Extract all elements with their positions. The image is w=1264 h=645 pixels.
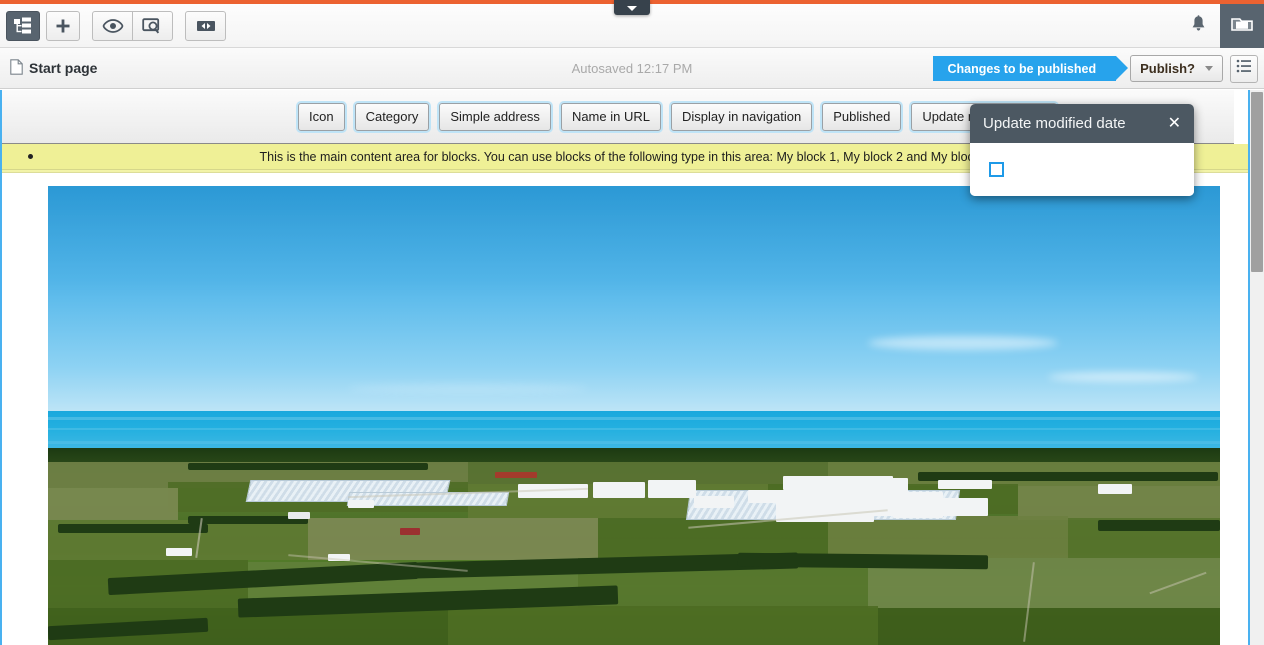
document-icon bbox=[10, 58, 23, 78]
assets-panel-button[interactable] bbox=[1220, 4, 1264, 48]
property-button-display-in-navigation[interactable]: Display in navigation bbox=[670, 102, 813, 131]
property-button-name-in-url-label: Name in URL bbox=[571, 109, 650, 124]
settings-panel-toggle[interactable] bbox=[1230, 54, 1258, 83]
toolbar-pull-down-tab[interactable] bbox=[614, 0, 650, 15]
popup-title: Update modified date bbox=[983, 115, 1126, 132]
folder-icon bbox=[1231, 16, 1253, 37]
bullet-icon bbox=[28, 154, 33, 159]
property-button-icon-label: Icon bbox=[309, 109, 334, 124]
toggle-preview-button[interactable] bbox=[92, 10, 133, 41]
hero-image bbox=[48, 186, 1220, 645]
property-button-icon[interactable]: Icon bbox=[298, 102, 345, 131]
add-content-button[interactable] bbox=[46, 10, 80, 41]
update-modified-date-checkbox[interactable] bbox=[989, 162, 1004, 177]
plus-icon bbox=[55, 18, 71, 34]
popup-body bbox=[970, 143, 1194, 196]
list-panel-icon bbox=[1236, 59, 1252, 78]
page-title: Start page bbox=[29, 60, 98, 76]
page-header: Start page Autosaved 12:17 PM Changes to… bbox=[0, 48, 1264, 89]
property-button-category-label: Category bbox=[365, 109, 419, 124]
resize-view-button[interactable] bbox=[185, 10, 226, 41]
navigation-tree-toggle-button[interactable] bbox=[6, 10, 40, 41]
property-button-display-in-navigation-label: Display in navigation bbox=[681, 109, 802, 124]
publish-button-label: Publish? bbox=[1140, 61, 1195, 76]
tree-icon bbox=[13, 17, 33, 35]
property-button-simple-address[interactable]: Simple address bbox=[439, 102, 551, 131]
popup-header: Update modified date ✕ bbox=[970, 104, 1194, 143]
inspect-mode-button[interactable] bbox=[132, 10, 173, 41]
photo-cloud bbox=[868, 336, 1058, 350]
inspect-icon bbox=[141, 17, 164, 34]
close-icon[interactable]: ✕ bbox=[1165, 114, 1184, 134]
photo-cloud bbox=[1048, 372, 1198, 382]
chevron-down-icon bbox=[1205, 66, 1213, 71]
property-button-published[interactable]: Published bbox=[822, 102, 902, 131]
photo-cloud bbox=[348, 384, 588, 393]
publish-button[interactable]: Publish? bbox=[1130, 55, 1223, 82]
property-button-category[interactable]: Category bbox=[354, 102, 430, 131]
bell-icon bbox=[1190, 14, 1207, 38]
property-button-simple-address-label: Simple address bbox=[450, 109, 540, 124]
chevron-down-icon bbox=[627, 5, 637, 11]
page-header-actions: Changes to be published Publish? bbox=[933, 48, 1258, 89]
page-title-group: Start page bbox=[10, 58, 98, 78]
global-toolbar-right bbox=[1176, 4, 1264, 48]
view-mode-group bbox=[92, 10, 173, 41]
status-badge: Changes to be published bbox=[933, 56, 1128, 81]
page-preview-canvas bbox=[2, 174, 1248, 645]
photo-sky bbox=[48, 186, 1220, 418]
resize-horizontal-icon bbox=[195, 19, 217, 33]
property-button-name-in-url[interactable]: Name in URL bbox=[560, 102, 661, 131]
update-modified-date-popup: Update modified date ✕ bbox=[970, 104, 1194, 196]
preview-frame-left-border bbox=[0, 90, 2, 645]
notifications-button[interactable] bbox=[1176, 4, 1220, 48]
photo-farmland bbox=[48, 462, 1220, 645]
application-window: Start page Autosaved 12:17 PM Changes to… bbox=[0, 0, 1264, 645]
property-button-published-label: Published bbox=[833, 109, 891, 124]
vertical-scrollbar[interactable] bbox=[1250, 90, 1264, 645]
eye-icon bbox=[102, 18, 124, 33]
scrollbar-thumb[interactable] bbox=[1251, 92, 1263, 272]
